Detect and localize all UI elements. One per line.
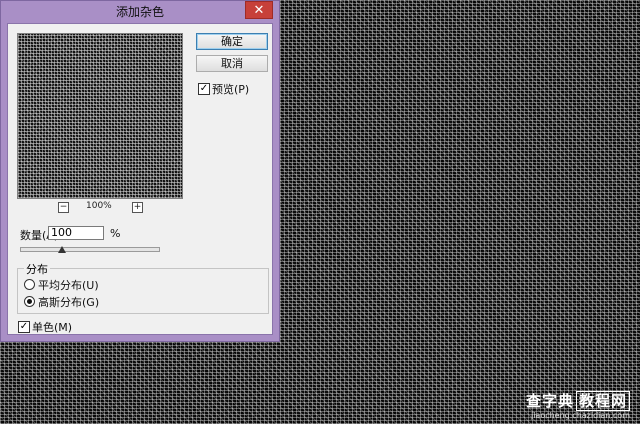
monochromatic-checkbox[interactable]: ✓	[18, 321, 30, 333]
amount-input[interactable]	[48, 226, 104, 240]
gaussian-label: 高斯分布(G)	[38, 296, 100, 309]
close-button[interactable]: ✕	[245, 1, 273, 19]
watermark-text-b: 教程网	[575, 391, 630, 411]
preview-checkbox[interactable]: ✓	[198, 83, 210, 95]
watermark-url: jiaocheng.chazidian.com	[530, 411, 630, 420]
plus-icon: +	[133, 202, 142, 212]
dialog-title: 添加杂色	[115, 5, 164, 19]
site-watermark: 查字典 教程网 jiaocheng.chazidian.com	[526, 390, 630, 420]
noise-preview[interactable]	[17, 33, 183, 199]
monochromatic-label: 单色(M)	[32, 321, 73, 334]
uniform-label: 平均分布(U)	[38, 279, 99, 292]
add-noise-dialog: 添加杂色 ✕ − 100% + 确定 取消 ✓ 预览(P) 数量(A): % 分…	[0, 0, 280, 342]
gaussian-radio[interactable]	[24, 296, 35, 307]
zoom-out-button[interactable]: −	[58, 202, 69, 213]
ok-button[interactable]: 确定	[196, 33, 268, 50]
watermark-text-a: 查字典	[525, 392, 574, 410]
zoom-level: 100%	[86, 201, 112, 211]
dialog-titlebar: 添加杂色 ✕	[1, 1, 279, 23]
amount-slider-thumb[interactable]	[58, 246, 66, 253]
minus-icon: −	[59, 202, 68, 212]
close-icon: ✕	[253, 3, 265, 18]
dialog-body: − 100% + 确定 取消 ✓ 预览(P) 数量(A): % 分布 平均分布(…	[7, 23, 273, 335]
cancel-button[interactable]: 取消	[196, 55, 268, 72]
zoom-in-button[interactable]: +	[132, 202, 143, 213]
amount-slider-track[interactable]	[20, 247, 160, 252]
checkmark-icon: ✓	[199, 83, 209, 94]
uniform-radio[interactable]	[24, 279, 35, 290]
zoom-controls: − 100% +	[58, 201, 148, 215]
amount-unit: %	[110, 227, 121, 240]
preview-label: 预览(P)	[212, 83, 250, 96]
distribution-title: 分布	[24, 261, 50, 277]
checkmark-icon: ✓	[19, 321, 29, 332]
